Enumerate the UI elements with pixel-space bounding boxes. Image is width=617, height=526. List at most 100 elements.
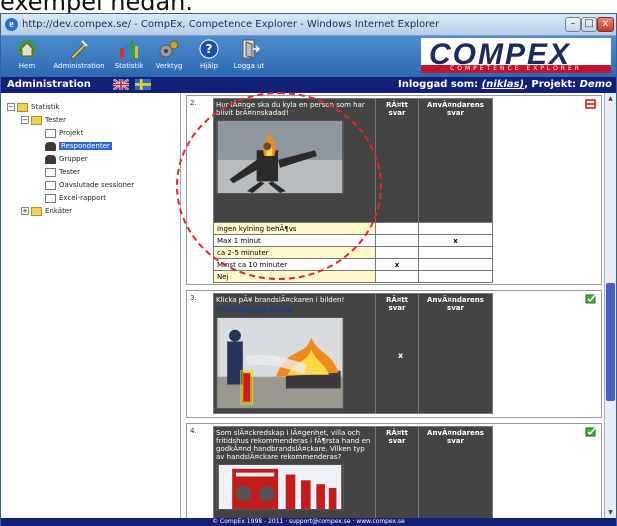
column-user-answer: AnvÃ¤ndarens svar [418,98,493,223]
logout-icon [242,39,260,59]
column-user-answer: AnvÃ¤ndarens svar [418,426,493,518]
project-name: Demo [579,79,612,90]
home-icon [18,40,36,58]
user-mark: x [418,234,493,247]
correct-mark [375,222,419,235]
administration-bar: Administration Inloggad som: (niklas), P… [1,77,616,93]
document-icon [45,128,56,138]
toolbar-label-help: Hjälp [200,62,218,70]
person-icon [45,154,56,164]
column-correct-answer: RÃ¤tt svar [375,426,419,518]
tree-node[interactable]: Projekt [7,128,134,141]
page-footer: © CompEx 1998 - 2011 · support@compex.se… [1,518,616,526]
tree-node[interactable]: Tester [7,167,134,180]
navigation-tree: − Statistik − Tester Projekt Respondenter Grup… [7,102,134,219]
toolbar-home[interactable]: Hem [5,38,49,70]
login-prefix: Inloggad som: [398,79,482,90]
tools-icon [159,40,179,58]
correct-mark: x [375,258,419,271]
logo-tagline: COMPETENCE EXPLORER [421,65,611,73]
tree-node-label[interactable]: Grupper [59,155,88,163]
question-number: 2. [190,99,197,107]
vertical-scrollbar[interactable]: ▲ ▼ [604,93,616,518]
correct-mark: x [398,351,404,360]
tree-node[interactable]: Grupper [7,154,134,167]
fire-extinguisher-image [216,317,344,409]
question-number: 4. [190,427,197,435]
toolbar-statistics[interactable]: Statistik [107,38,151,70]
tree-node[interactable]: + Enkäter [7,206,134,219]
login-status: Inloggad som: (niklas), Projekt: Demo [398,79,612,90]
tree-node-label[interactable]: Oavslutade sessioner [59,181,134,189]
maximize-button[interactable]: □ [581,17,597,32]
tree-node-label[interactable]: Excel-rapport [59,194,106,202]
folder-icon [31,206,42,216]
minimize-button[interactable]: – [565,17,581,32]
question-block-4: 4. Som slÃ¤ckredskap i lÃ¤genhet, villa … [186,423,602,518]
navigation-sidebar: − Statistik − Tester Projekt Respondenter Grup… [1,93,181,518]
section-title: Administration [7,79,91,90]
tree-node-label[interactable]: Tester [45,116,66,124]
question-table: Klicka pÃ¥ brandslÃ¤ckaren i bilden! PIC… [213,293,493,414]
question-text: Klicka pÃ¥ brandslÃ¤ckaren i bilden! [216,296,345,304]
swedish-flag-icon[interactable] [135,79,151,90]
folder-icon [31,115,42,125]
main-toolbar: Hem Administration Statistik Verktyg ? H… [1,36,616,77]
user-mark [418,258,493,271]
wrong-answer-icon [585,99,596,109]
window-titlebar: e http://dev.compex.se/ - CompEx, Compet… [1,14,616,36]
project-prefix: , Projekt: [524,79,580,90]
tree-node[interactable]: Respondenter [7,141,134,154]
expand-toggle-icon[interactable]: − [7,103,15,111]
correct-answer-icon [585,427,596,437]
correct-mark [375,270,419,283]
expand-toggle-icon[interactable]: − [21,116,29,124]
toolbar-label-home: Hem [18,62,36,70]
scroll-down-icon[interactable]: ▼ [606,508,615,517]
tree-node[interactable]: Excel-rapport [7,193,134,206]
user-link[interactable]: (niklas) [482,79,524,90]
window-title: http://dev.compex.se/ - CompEx, Competen… [22,19,440,30]
toolbar-help[interactable]: ? Hjälp [187,38,231,70]
tree-node[interactable]: − Tester [7,115,134,128]
toolbar-tools[interactable]: Verktyg [147,38,191,70]
fire-extinguishers-image [216,464,344,510]
help-icon: ? [199,39,219,59]
tree-node-label[interactable]: Tester [59,168,80,176]
question-table: Som slÃ¤ckredskap i lÃ¤genhet, villa och… [213,426,493,518]
tree-node-label[interactable]: Enkäter [45,207,72,215]
toolbar-administration[interactable]: Administration [51,38,107,70]
tree-node-label[interactable]: Respondenter [59,142,112,150]
tree-node-label[interactable]: Statistik [31,103,60,111]
toolbar-label-administration: Administration [53,62,105,70]
question-subtitle: PICUTRE QUESTION [216,306,293,314]
toolbar-label-statistics: Statistik [114,62,144,70]
person-icon [45,141,56,151]
scroll-up-icon[interactable]: ▲ [606,94,615,103]
tree-node-label[interactable]: Projekt [59,129,83,137]
toolbar-logout[interactable]: Logga ut [227,38,271,70]
user-mark [418,222,493,235]
expand-toggle-icon[interactable]: + [21,207,29,215]
column-correct-answer-label: RÃ¤tt svar [386,296,408,312]
document-icon [45,193,56,203]
question-number: 3. [190,294,197,302]
annotation-circle [176,92,382,280]
question-cell: Klicka pÃ¥ brandslÃ¤ckaren i bilden! PIC… [213,293,376,414]
correct-mark [375,234,419,247]
user-mark [418,270,493,283]
toolbar-label-tools: Verktyg [155,62,183,70]
document-icon [45,167,56,177]
column-correct-answer: RÃ¤tt svar [375,98,419,223]
question-text: Som slÃ¤ckredskap i lÃ¤genhet, villa och… [216,429,371,461]
tree-node[interactable]: − Statistik [7,102,134,115]
toolbar-label-logout: Logga ut [233,62,265,70]
compex-logo: COMPEX COMPETENCE EXPLORER [421,38,611,73]
administration-icon [70,40,88,60]
tree-node[interactable]: Oavslutade sessioner [7,180,134,193]
document-icon [45,180,56,190]
scrollbar-thumb[interactable] [606,283,615,401]
question-block-3: 3. Klicka pÃ¥ brandslÃ¤ckaren i bilden! … [186,290,602,418]
uk-flag-icon[interactable] [113,79,129,90]
close-button[interactable]: x [597,17,614,32]
